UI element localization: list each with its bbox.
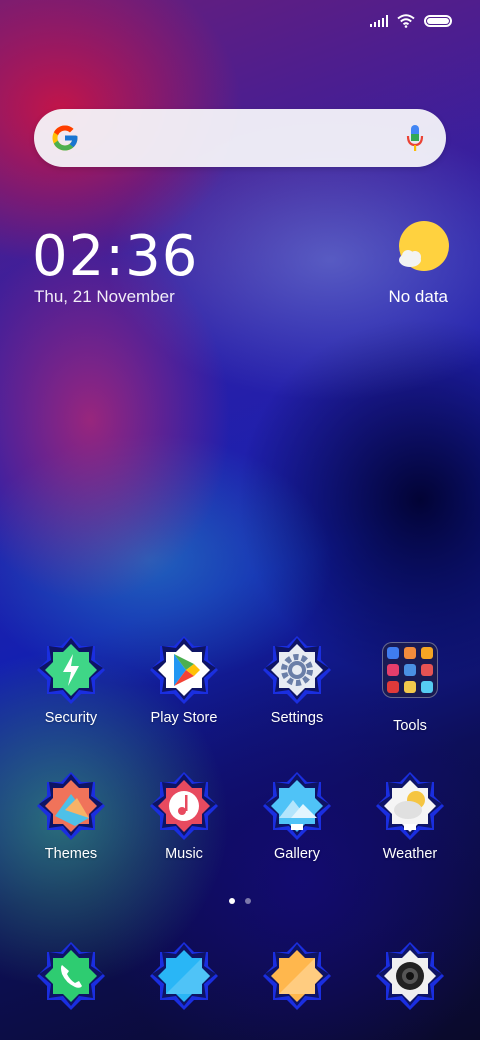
app-gallery[interactable]: Gallery [247,770,347,862]
app-label: Play Store [150,710,218,726]
play-store-icon [148,634,220,706]
camera-icon [374,940,446,1012]
app-label: Gallery [274,846,320,862]
folder-icon [374,642,446,714]
app-label: Music [165,846,203,862]
sun-cloud-icon[interactable] [396,220,450,274]
app-weather[interactable]: Weather [360,770,460,862]
themes-icon [35,770,107,842]
app-label: Weather [382,846,438,862]
app-play-store[interactable]: Play Store [134,634,234,726]
dock-notes[interactable] [247,940,347,1012]
gallery-icon [261,770,333,842]
app-label: Themes [44,846,98,862]
mic-icon[interactable] [406,124,424,152]
music-icon [148,770,220,842]
page-dot-active [229,898,235,904]
folder-tools[interactable]: Tools [360,634,460,734]
app-settings[interactable]: Settings [247,634,347,726]
phone-icon [35,940,107,1012]
clock-date[interactable]: Thu, 21 November [34,287,175,307]
settings-gear-icon [261,634,333,706]
weather-status[interactable]: No data [388,287,448,307]
dock-messages[interactable] [134,940,234,1012]
wifi-icon [397,14,415,28]
app-label: Security [44,710,98,726]
clock-time[interactable]: 02:36 [32,226,198,288]
battery-icon [424,15,452,27]
search-bar[interactable] [34,109,446,167]
security-icon [35,634,107,706]
status-bar [370,10,452,32]
dock-phone[interactable] [21,940,121,1012]
messages-icon [148,940,220,1012]
app-music[interactable]: Music [134,770,234,862]
weather-icon [374,770,446,842]
app-themes[interactable]: Themes [21,770,121,862]
google-g-icon [52,125,78,151]
dock-camera[interactable] [360,940,460,1012]
page-dot [245,898,251,904]
app-security[interactable]: Security [21,634,121,726]
folder-label: Tools [393,718,427,734]
page-indicator [0,898,480,904]
app-label: Settings [270,710,324,726]
notes-icon [261,940,333,1012]
signal-icon [370,15,388,27]
